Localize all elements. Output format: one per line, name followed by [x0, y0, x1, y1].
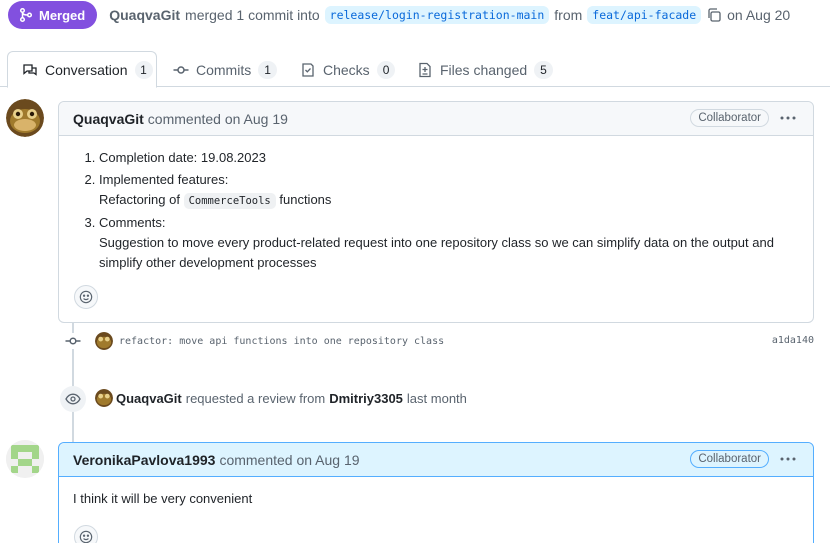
avatar[interactable] — [95, 389, 113, 407]
comment-timestamp[interactable]: commented on Aug 19 — [148, 111, 288, 127]
tab-counter: 5 — [534, 60, 553, 79]
comment-header: VeronikaPavlova1993 commented on Aug 19 … — [59, 443, 813, 477]
tab-checks[interactable]: Checks 0 — [286, 51, 409, 88]
avatar[interactable] — [6, 99, 44, 137]
copy-icon[interactable] — [706, 7, 722, 23]
reviewer-link[interactable]: Dmitriy3305 — [329, 391, 403, 406]
git-commit-icon — [65, 333, 81, 349]
review-timestamp[interactable]: last month — [407, 391, 467, 406]
list-item: Comments: Suggestion to move every produ… — [99, 213, 799, 273]
pr-tabs: Conversation 1 Commits 1 Checks 0 Files … — [0, 51, 830, 88]
comment-text: I think it will be very convenient — [73, 491, 253, 506]
git-merge-icon — [18, 7, 34, 23]
file-diff-icon — [417, 62, 433, 78]
tab-conversation[interactable]: Conversation 1 — [7, 51, 157, 88]
comment-header: QuaqvaGit commented on Aug 19 Collaborat… — [59, 102, 813, 136]
review-text: requested a review from — [185, 390, 326, 406]
pr-author-link[interactable]: QuaqvaGit — [109, 7, 180, 23]
actor-link[interactable]: QuaqvaGit — [116, 391, 182, 406]
head-branch-link[interactable]: feat/api-facade — [587, 6, 702, 24]
merged-text: merged 1 commit into — [185, 7, 320, 23]
pr-header: Merged QuaqvaGit merged 1 commit into re… — [8, 0, 790, 30]
tab-counter: 0 — [376, 60, 396, 79]
smiley-icon — [79, 530, 93, 543]
comment-discussion-icon — [22, 62, 38, 78]
merge-date: on Aug 20 — [727, 7, 791, 23]
inline-code: CommerceTools — [183, 193, 276, 209]
tab-label: Commits — [196, 61, 252, 78]
tab-commits[interactable]: Commits 1 — [159, 51, 291, 88]
comment-author-link[interactable]: VeronikaPavlova1993 — [73, 452, 215, 468]
tab-files-changed[interactable]: Files changed 5 — [403, 51, 567, 88]
tab-label: Files changed — [440, 61, 528, 78]
tab-label: Conversation — [45, 61, 128, 78]
tab-label: Checks — [323, 61, 370, 78]
add-reaction-button[interactable] — [74, 285, 98, 309]
comment-card: VeronikaPavlova1993 commented on Aug 19 … — [58, 442, 814, 543]
list-item: Completion date: 19.08.2023 — [99, 148, 799, 168]
base-branch-link[interactable]: release/login-registration-main — [324, 6, 550, 24]
comment-body: I think it will be very convenient — [59, 477, 813, 521]
from-text: from — [554, 7, 583, 23]
kebab-menu-icon[interactable] — [779, 108, 797, 128]
comment-author-link[interactable]: QuaqvaGit — [73, 111, 144, 127]
kebab-menu-icon[interactable] — [779, 449, 797, 469]
checklist-icon — [300, 62, 316, 78]
avatar[interactable] — [6, 440, 44, 478]
comment-card: QuaqvaGit commented on Aug 19 Collaborat… — [58, 101, 814, 323]
review-event-badge — [60, 386, 86, 412]
list-item: Implemented features: Refactoring of Com… — [99, 170, 799, 211]
status-label: Merged — [39, 7, 86, 23]
commit-sha-link[interactable]: a1da140 — [772, 335, 814, 346]
commit-row: refactor: move api functions into one re… — [95, 331, 444, 351]
tab-counter: 1 — [134, 60, 153, 79]
avatar[interactable] — [95, 332, 113, 350]
role-badge: Collaborator — [690, 109, 769, 127]
git-commit-icon — [173, 62, 189, 78]
merged-status-badge: Merged — [8, 1, 98, 29]
smiley-icon — [79, 290, 93, 304]
commit-message-link[interactable]: refactor: move api functions into one re… — [119, 336, 444, 347]
tab-counter: 1 — [258, 60, 277, 79]
comment-body: Completion date: 19.08.2023 Implemented … — [59, 136, 813, 287]
eye-icon — [65, 391, 81, 407]
role-badge: Collaborator — [690, 450, 769, 468]
comment-timestamp[interactable]: commented on Aug 19 — [219, 452, 359, 468]
review-request-row: QuaqvaGit requested a review from Dmitri… — [95, 388, 467, 408]
add-reaction-button[interactable] — [74, 525, 98, 543]
